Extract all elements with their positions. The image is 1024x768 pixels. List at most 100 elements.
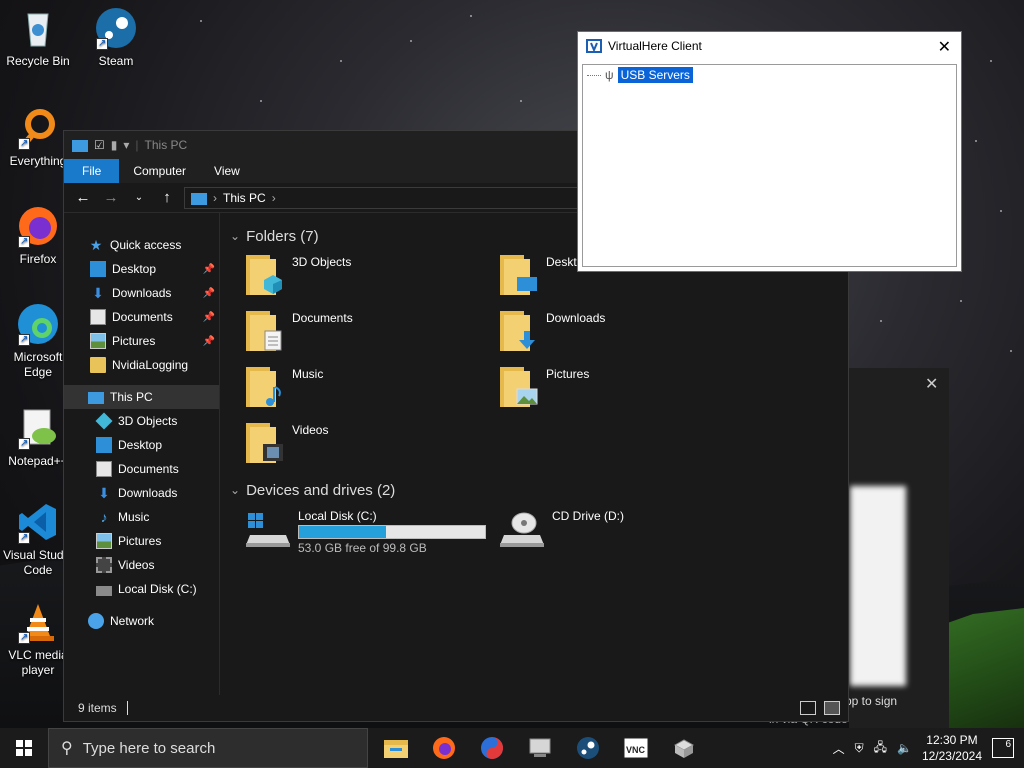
chevron-down-icon[interactable]: ⌄ (230, 229, 240, 243)
taskbar-remote-app[interactable] (522, 728, 558, 768)
content-pane: ⌄ Folders (7) 3D Objects Desktop Documen… (220, 213, 848, 695)
nav-label: Music (118, 510, 150, 524)
status-divider (126, 701, 128, 715)
folder-downloads-icon (500, 311, 538, 351)
chevron-up-icon[interactable]: ︿ (833, 740, 845, 757)
folders-grid: 3D Objects Desktop Documents Downloads M… (228, 249, 840, 473)
pictures-icon (90, 333, 106, 349)
nav-label: This PC (110, 390, 153, 404)
network-icon[interactable]: 🖧 (874, 738, 887, 759)
window-title: VirtualHere Client (608, 39, 702, 53)
folder-tile-music[interactable]: Music (246, 361, 500, 417)
this-pc-icon (191, 192, 207, 205)
nav-pc-music[interactable]: ♪ Music (64, 505, 219, 529)
breadcrumb-this-pc[interactable]: This PC (223, 191, 266, 205)
recent-locations-chevron-icon[interactable]: ⌄ (128, 192, 150, 203)
nav-label: Videos (118, 558, 155, 572)
nav-pc-local-disk[interactable]: Local Disk (C:) (64, 577, 219, 601)
folder-label: Music (292, 367, 324, 381)
nav-pc-3d-objects[interactable]: 3D Objects (64, 409, 219, 433)
large-icons-view-icon[interactable] (824, 701, 840, 715)
forward-arrow-icon[interactable]: → (100, 189, 122, 206)
drive-label: CD Drive (D:) (552, 509, 624, 523)
navigation-pane: ★ Quick access Desktop 📌 ⬇ Downloads 📌 D… (64, 213, 220, 695)
firefox-icon (433, 737, 455, 759)
nav-quick-desktop[interactable]: Desktop 📌 (64, 257, 219, 281)
security-icon[interactable]: ⛨ (855, 741, 864, 756)
taskbar-file-explorer[interactable] (378, 728, 414, 768)
taskbar-app-red-blue[interactable] (474, 728, 510, 768)
nav-pc-pictures[interactable]: Pictures (64, 529, 219, 553)
vlc-cone-icon (16, 600, 60, 645)
folder-tile-downloads[interactable]: Downloads (500, 305, 754, 361)
chevron-down-icon[interactable]: ⌄ (230, 483, 240, 497)
desktop-icon (90, 261, 106, 277)
taskbar: ⚲ Type here to search VNC ︿ ⛨ 🖧 🔈 12:30 … (0, 728, 1024, 768)
folder-tile-pictures[interactable]: Pictures (500, 361, 754, 417)
virtualhere-titlebar[interactable]: VirtualHere Client (578, 32, 961, 60)
drive-tile-cd[interactable]: CD Drive (D:) (500, 503, 754, 559)
pin-icon: 📌 (202, 287, 215, 299)
taskbar-vnc[interactable]: VNC (618, 728, 654, 768)
tree-node-usb-servers[interactable]: ψ USB Servers (587, 67, 693, 83)
drives-group-header[interactable]: ⌄ Devices and drives (2) (228, 477, 840, 503)
hard-drive-icon (96, 586, 112, 596)
nav-quick-documents[interactable]: Documents 📌 (64, 305, 219, 329)
folder-3d-objects-icon (246, 255, 284, 295)
start-button[interactable] (0, 728, 48, 768)
nav-quick-access[interactable]: ★ Quick access (64, 233, 219, 257)
desktop-icon-recycle-bin[interactable]: Recycle Bin (0, 6, 76, 69)
nav-label: Downloads (118, 486, 178, 500)
nav-pc-documents[interactable]: Documents (64, 457, 219, 481)
star-icon: ★ (89, 237, 103, 253)
taskbar-steam[interactable] (570, 728, 606, 768)
volume-icon[interactable]: 🔈 (897, 741, 912, 755)
usb-server-tree[interactable]: ψ USB Servers (582, 64, 957, 267)
tab-computer[interactable]: Computer (119, 159, 200, 183)
taskbar-firefox[interactable] (426, 728, 462, 768)
tree-node-label[interactable]: USB Servers (617, 67, 693, 83)
desktop-icon-steam[interactable]: Steam (78, 6, 154, 69)
nav-pc-desktop[interactable]: Desktop (64, 433, 219, 457)
drive-usage-bar (298, 525, 486, 539)
virtualhere-logo-icon (586, 39, 602, 53)
details-view-icon[interactable] (800, 701, 816, 715)
nav-this-pc[interactable]: This PC (64, 385, 219, 409)
signin-close-icon[interactable]: ✕ (925, 374, 938, 394)
taskbar-usb-app[interactable] (666, 728, 702, 768)
close-icon[interactable]: ✕ (938, 37, 951, 57)
status-bar: 9 items (64, 695, 848, 721)
folder-tile-documents[interactable]: Documents (246, 305, 500, 361)
taskbar-search-box[interactable]: ⚲ Type here to search (48, 728, 368, 768)
clock[interactable]: 12:30 PM 12/23/2024 (922, 732, 982, 764)
notification-center-icon[interactable]: 6 (992, 738, 1014, 758)
quick-access-toolbar-dropdown-icon[interactable]: ▾ (123, 138, 129, 152)
desktop-icon (96, 437, 112, 453)
breadcrumb-separator-icon[interactable]: › (272, 191, 276, 205)
tab-file[interactable]: File (64, 159, 120, 183)
folder-label: 3D Objects (292, 255, 352, 269)
desktop-icon-label: Steam (98, 54, 134, 68)
nav-pc-downloads[interactable]: ⬇ Downloads (64, 481, 219, 505)
folder-tile-3d-objects[interactable]: 3D Objects (246, 249, 500, 305)
clock-time: 12:30 PM (926, 733, 978, 747)
file-explorer-icon (384, 740, 408, 758)
folder-tile-videos[interactable]: Videos (246, 417, 500, 473)
up-arrow-icon[interactable]: ↑ (156, 189, 178, 206)
nav-quick-pictures[interactable]: Pictures 📌 (64, 329, 219, 353)
nav-network[interactable]: Network (64, 609, 219, 633)
tab-view[interactable]: View (200, 159, 254, 183)
nav-pc-videos[interactable]: Videos (64, 553, 219, 577)
nav-label: Documents (118, 462, 179, 476)
nav-label: Desktop (118, 438, 163, 452)
download-arrow-icon: ⬇ (98, 485, 110, 501)
drive-tile-local-disk[interactable]: Local Disk (C:) 53.0 GB free of 99.8 GB (246, 503, 500, 559)
download-arrow-icon: ⬇ (92, 285, 104, 301)
nav-label: Documents (112, 310, 173, 324)
nav-quick-nvidialogging[interactable]: NvidiaLogging (64, 353, 219, 377)
back-arrow-icon[interactable]: ← (72, 189, 94, 206)
new-folder-icon[interactable]: ▮ (111, 138, 118, 152)
properties-icon[interactable]: ☑ (94, 138, 105, 152)
nav-quick-downloads[interactable]: ⬇ Downloads 📌 (64, 281, 219, 305)
virtualhere-window[interactable]: VirtualHere Client ✕ ψ USB Servers (577, 31, 962, 272)
